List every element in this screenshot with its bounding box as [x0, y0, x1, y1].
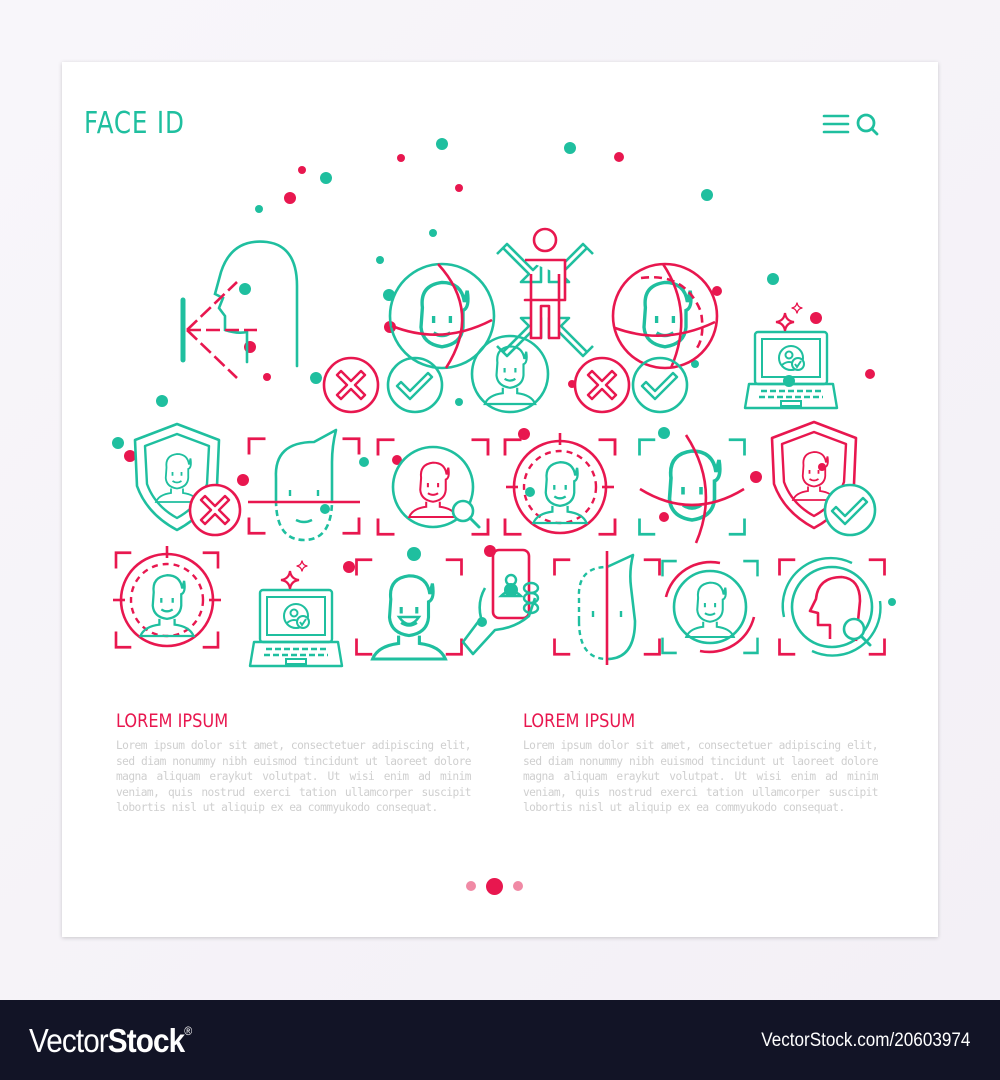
face-id-illustration: [112, 138, 896, 668]
info-section-right: LOREM IPSUM Lorem ipsum dolor sit amet, …: [523, 710, 879, 816]
registered-mark: ®: [184, 1024, 192, 1038]
laptop-face-verified-icon-2: [248, 559, 344, 668]
pagination-dots: [466, 877, 523, 895]
face-scan-line-icon: [247, 428, 361, 542]
face-search-icon: [376, 438, 490, 536]
phone-face-scan-icon: [461, 548, 540, 656]
section-body: Lorem ipsum dolor sit amet, consectetuer…: [116, 739, 472, 815]
info-section-left: LOREM IPSUM Lorem ipsum dolor sit amet, …: [116, 710, 472, 816]
reject-x-icon-2: [573, 356, 631, 414]
decorative-dots: [112, 138, 896, 627]
brand-bold: Stock: [107, 1022, 185, 1059]
page-dot-1[interactable]: [466, 881, 476, 891]
page-dot-2-active[interactable]: [486, 877, 503, 895]
page-background: FACE ID LOREM IPSUM Lorem ipsum dolor si…: [0, 0, 1000, 1000]
approve-check-icon: [386, 356, 444, 414]
reject-x-icon: [322, 356, 380, 414]
face-circle-frame-icon: [661, 559, 759, 655]
section-heading: LOREM IPSUM: [523, 710, 636, 732]
vectorstock-logo: VectorStock®: [29, 1022, 192, 1060]
smiling-face-frame-icon: [355, 558, 463, 659]
laptop-face-verified-icon: [743, 301, 839, 410]
face-target-icon-2: [113, 546, 221, 649]
head-profile-search-icon: [778, 556, 886, 657]
face-avatar-circle-icon: [470, 334, 550, 414]
brand-light: Vector: [29, 1022, 109, 1059]
content-card: FACE ID LOREM IPSUM Lorem ipsum dolor si…: [62, 62, 938, 937]
approve-check-icon-2: [631, 356, 689, 414]
shield-face-rejected-icon: [133, 422, 242, 537]
face-scan-profile-icon: [180, 240, 299, 379]
face-rotation-globe-icon: [611, 262, 719, 370]
page-dot-3[interactable]: [513, 881, 523, 891]
watermark-footer: VectorStock® VectorStock.com/20603974: [0, 1000, 1000, 1080]
section-heading: LOREM IPSUM: [116, 710, 229, 732]
face-target-icon: [503, 433, 617, 536]
face-grid-icon: [638, 434, 746, 544]
shield-face-approved-icon: [770, 420, 877, 537]
section-body: Lorem ipsum dolor sit amet, consectetuer…: [523, 739, 879, 815]
image-url: VectorStock.com/20603974: [760, 1030, 970, 1051]
half-face-scan-icon: [553, 551, 661, 665]
